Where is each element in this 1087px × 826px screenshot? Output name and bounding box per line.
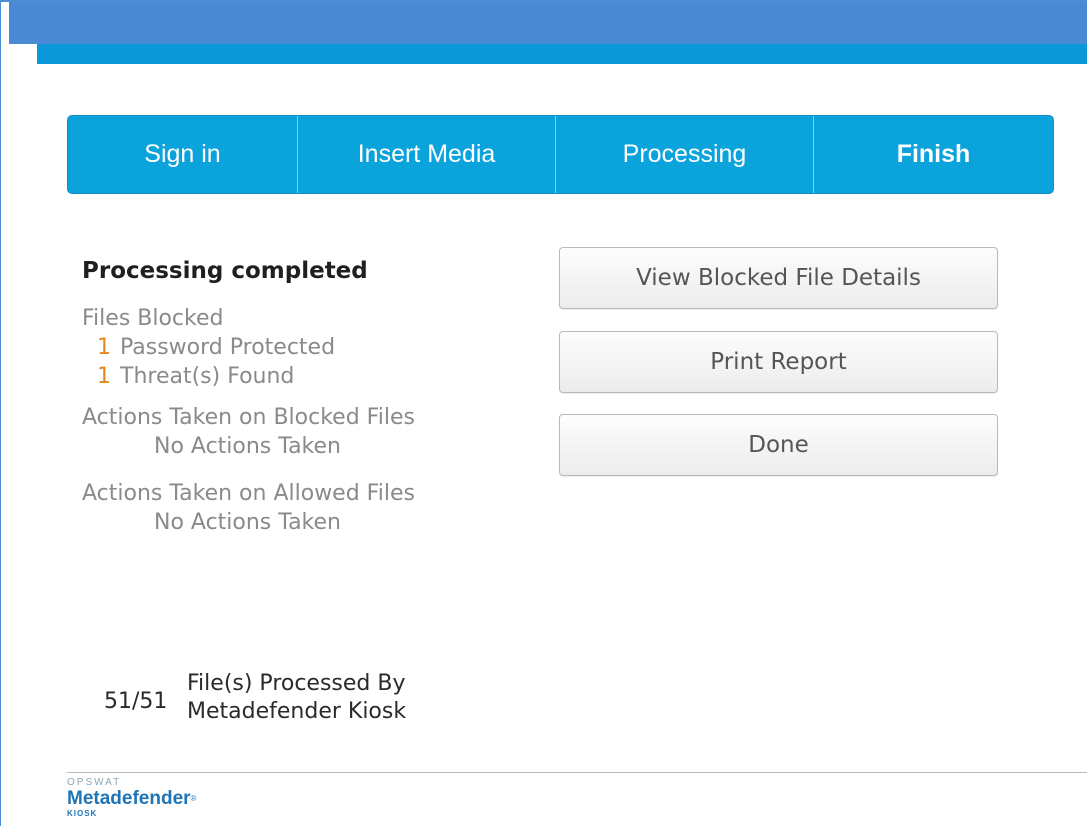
header-bar [9, 2, 1087, 44]
processed-ratio: 51/51 [104, 689, 168, 714]
blocked-reason: Threat(s) Found [120, 364, 295, 389]
window-left-border [0, 0, 1, 826]
blocked-actions-label: Actions Taken on Blocked Files [82, 405, 415, 430]
step-insert-media: Insert Media [298, 116, 556, 193]
blocked-item-threat: 1 Threat(s) Found [82, 362, 502, 391]
files-blocked-label: Files Blocked [82, 306, 224, 331]
blocked-actions-value: No Actions Taken [154, 434, 341, 459]
allowed-actions-label: Actions Taken on Allowed Files [82, 481, 415, 506]
progress-steps: Sign in Insert Media Processing Finish [67, 115, 1054, 194]
logo-brand-text: Metadefender [67, 788, 191, 809]
logo-brand: Metadefender® [67, 788, 227, 810]
step-processing: Processing [556, 116, 814, 193]
processed-description: File(s) Processed By Metadefender Kiosk [187, 670, 487, 726]
blocked-count: 1 [97, 364, 111, 389]
blocked-reason: Password Protected [120, 335, 336, 360]
logo-opswat: OPSWAT [67, 777, 122, 788]
blocked-count: 1 [97, 335, 111, 360]
print-report-button[interactable]: Print Report [559, 331, 998, 393]
processed-line-1: File(s) Processed By [187, 671, 406, 696]
logo-registered-mark: ® [190, 794, 197, 803]
view-blocked-details-button[interactable]: View Blocked File Details [559, 247, 998, 309]
logo-kiosk: KIOSK [67, 809, 98, 818]
blocked-item-password: 1 Password Protected [82, 333, 502, 362]
step-finish: Finish [896, 140, 971, 168]
processed-line-2: Metadefender Kiosk [187, 699, 407, 724]
allowed-actions-value: No Actions Taken [154, 510, 341, 535]
summary-heading: Processing completed [82, 258, 368, 284]
done-button[interactable]: Done [559, 414, 998, 476]
step-sign-in: Sign in [68, 116, 298, 193]
processing-summary: Processing completed Files Blocked 1 Pass… [82, 258, 502, 537]
metadefender-logo: OPSWAT Metadefender® KIOSK [67, 778, 227, 822]
header-accent-bar [37, 44, 1087, 64]
footer-divider [67, 772, 1087, 773]
